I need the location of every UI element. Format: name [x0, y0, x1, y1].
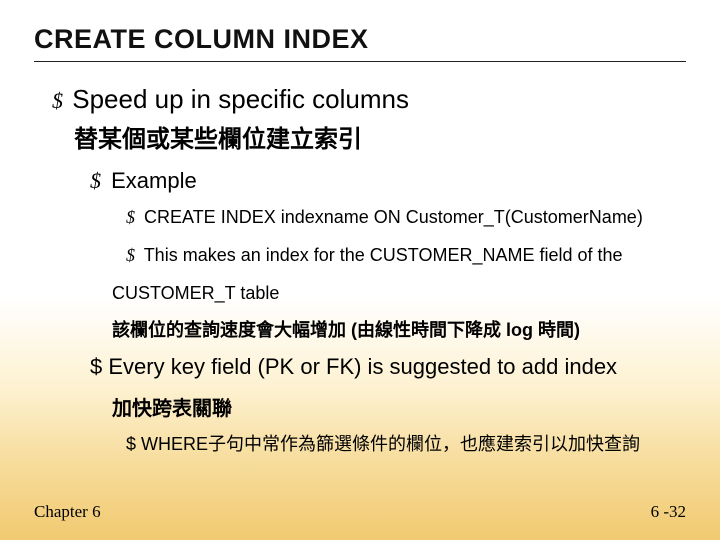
bullet-icon: $	[126, 207, 135, 227]
slide-content: $ Speed up in specific columns 替某個或某些欄位建…	[34, 84, 686, 458]
bullet-every-key: $ Every key field (PK or FK) is suggeste…	[90, 354, 686, 380]
bullet-example: $ Example	[90, 168, 686, 194]
footer-chapter: Chapter 6	[34, 502, 101, 522]
bullet-this-makes-cont: CUSTOMER_T table	[112, 280, 686, 308]
bullet-speed-up-zh: 替某個或某些欄位建立索引	[74, 119, 686, 154]
slide-footer: Chapter 6 6 -32	[34, 502, 686, 522]
bullet-create-index: $ CREATE INDEX indexname ON Customer_T(C…	[126, 204, 686, 232]
bullet-text: WHERE子句中常作為篩選條件的欄位，也應建索引以加快查詢	[141, 434, 640, 454]
bullet-zh-log: 該欄位的查詢速度會大幅增加 (由線性時間下降成 log 時間)	[112, 316, 686, 342]
bullet-text: Every key field (PK or FK) is suggested …	[108, 354, 617, 379]
bullet-text: Speed up in specific columns	[72, 84, 409, 114]
bullet-text: This makes an index for the CUSTOMER_NAM…	[144, 245, 623, 265]
bullet-where-clause: $ WHERE子句中常作為篩選條件的欄位，也應建索引以加快查詢	[126, 431, 686, 458]
bullet-icon: $	[126, 434, 136, 454]
bullet-cross-table: 加快跨表關聯	[112, 392, 686, 421]
footer-page: 6 -32	[651, 502, 686, 522]
bullet-text: CREATE INDEX indexname ON Customer_T(Cus…	[144, 207, 643, 227]
bullet-text: Example	[111, 168, 197, 193]
bullet-icon: $	[90, 354, 102, 379]
slide-title: CREATE COLUMN INDEX	[34, 24, 686, 62]
bullet-speed-up: $ Speed up in specific columns	[52, 84, 686, 115]
bullet-icon: $	[126, 245, 135, 265]
bullet-icon: $	[90, 168, 101, 193]
bullet-this-makes: $ This makes an index for the CUSTOMER_N…	[126, 242, 686, 270]
slide: CREATE COLUMN INDEX $ Speed up in specif…	[0, 0, 720, 540]
bullet-icon: $	[52, 88, 63, 113]
